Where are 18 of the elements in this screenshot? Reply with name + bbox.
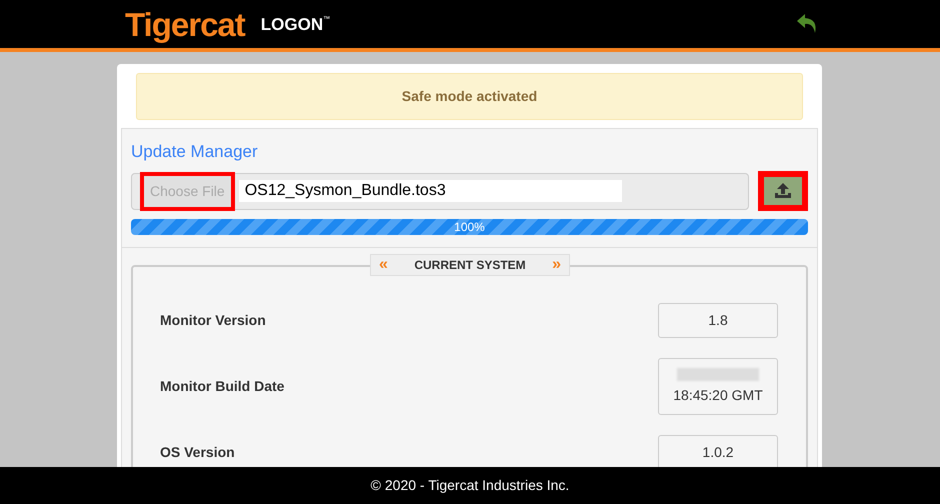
field-value: 18:45:20 GMT [673, 386, 763, 404]
field-label: Monitor Version [160, 311, 266, 330]
chevron-left-icon: « [379, 257, 388, 273]
copyright-text: © 2020 - Tigercat Industries Inc. [370, 476, 570, 495]
upload-icon [773, 182, 793, 200]
alert-banner: Safe mode activated [136, 73, 803, 120]
brand-logo: Tigercat [125, 8, 245, 40]
legend-title: CURRENT SYSTEM [414, 257, 526, 274]
field-value: 1.8 [708, 311, 728, 330]
upload-button[interactable] [758, 171, 808, 211]
progress-label: 100% [454, 221, 485, 233]
chevron-right-icon: » [552, 257, 561, 273]
field-label: OS Version [160, 443, 235, 462]
file-name: OS12_Sysmon_Bundle.tos3 [238, 180, 622, 202]
product-logo: LOGON [260, 16, 324, 32]
field-label: Monitor Build Date [160, 377, 284, 396]
field-value: 1.0.2 [702, 443, 734, 462]
section-title: Update Manager [131, 143, 259, 160]
